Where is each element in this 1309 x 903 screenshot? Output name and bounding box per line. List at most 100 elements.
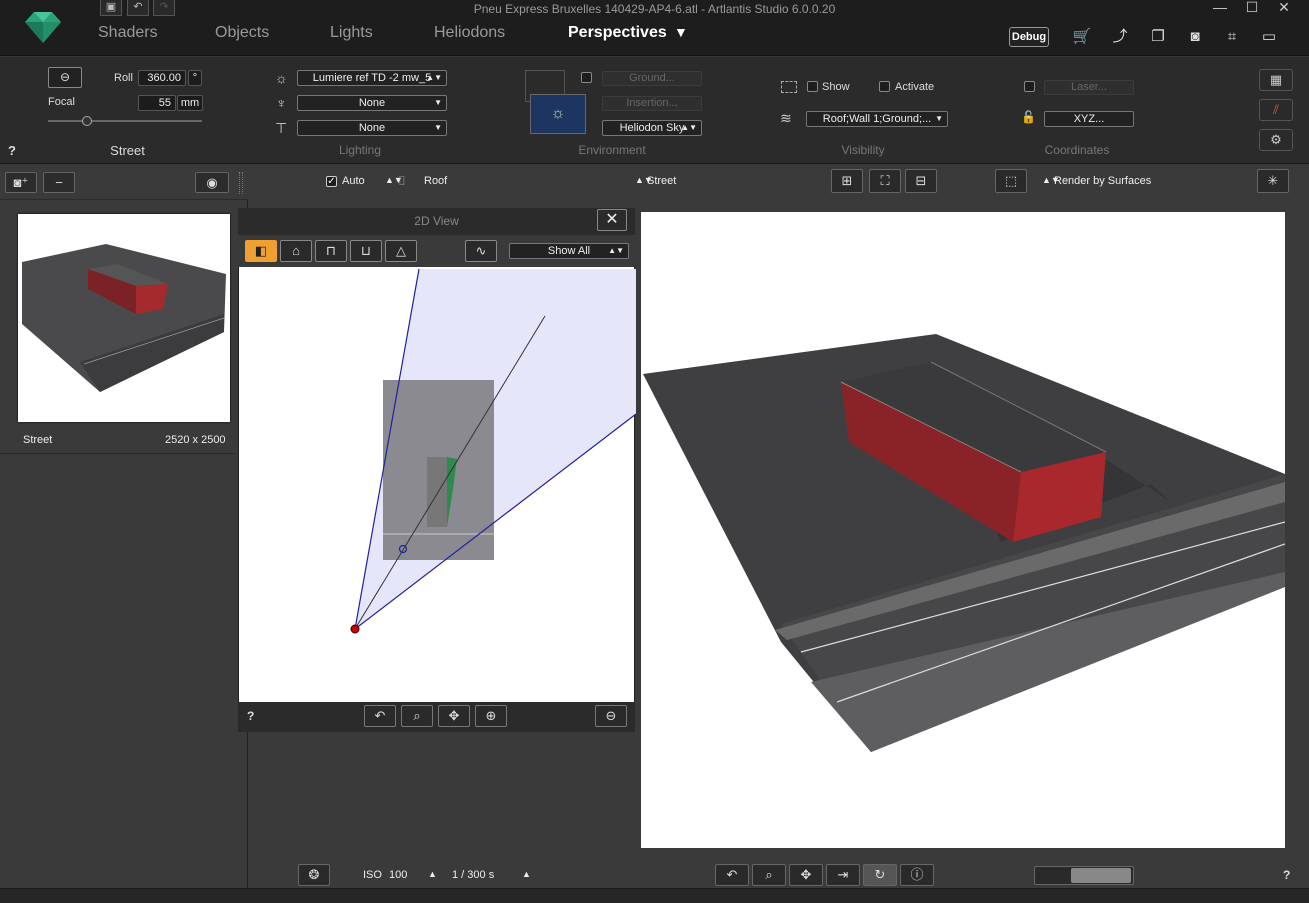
help-icon[interactable]: ? (8, 143, 16, 158)
aperture-icon[interactable]: ❂ (298, 864, 330, 886)
tab-lights[interactable]: Lights (330, 24, 373, 42)
roll-label: Roll (114, 72, 133, 84)
undo-view-icon[interactable]: ↶ (364, 705, 396, 727)
show-all-dropdown[interactable]: Show All ▲▼ (509, 243, 629, 259)
zoom-icon[interactable]: ⌕ (752, 864, 786, 886)
help-icon[interactable]: ? (247, 709, 254, 723)
console-icon[interactable]: ▭ (1255, 26, 1283, 48)
back-view-icon[interactable]: ⊔ (350, 240, 382, 262)
camera-point[interactable] (350, 624, 360, 634)
chevron-down-icon: ▲▼ (426, 73, 442, 82)
scene-render (643, 334, 1285, 752)
perspectives-dropdown-icon[interactable]: ▼ (674, 24, 688, 40)
walk-icon[interactable]: ⇥ (826, 864, 860, 886)
thumbnail-name: Street (23, 434, 53, 446)
color-pencils-icon[interactable]: ⫽ (1259, 99, 1293, 121)
divider (0, 453, 236, 454)
auto-label: Auto (342, 175, 365, 187)
zoom-icon[interactable]: ⌕ (401, 705, 433, 727)
street-label[interactable]: Street (647, 175, 676, 187)
export-icon[interactable]: ⤴ (1106, 26, 1134, 48)
lamp-dropdown[interactable]: None ▼ (297, 95, 447, 111)
pan-icon[interactable]: ✥ (438, 705, 470, 727)
focal-field[interactable]: 55 (138, 95, 176, 111)
layer-plane-icon: ⌷ (398, 173, 406, 188)
roll-unit: ° (188, 70, 202, 86)
fit-height-icon[interactable]: ⊟ (905, 169, 937, 193)
shutter-value[interactable]: 1 / 300 s (452, 869, 494, 881)
laser-button[interactable]: Laser... (1044, 80, 1134, 95)
layers-dropdown[interactable]: Roof;Wall 1;Ground;... ▼ (806, 111, 948, 127)
front-view-icon[interactable]: ⌂ (280, 240, 312, 262)
coordinates-section-title: Coordinates (1044, 143, 1110, 157)
level-icon[interactable]: ⊖ (48, 67, 82, 88)
plan-view-icon[interactable]: ◧ (245, 240, 277, 262)
pan-icon[interactable]: ✥ (789, 864, 823, 886)
zoom-fit-icon[interactable]: ⊕ (475, 705, 507, 727)
view-thumbnail[interactable] (18, 214, 230, 422)
fit-all-icon[interactable]: ⛶ (869, 169, 901, 193)
preview-quality-slider[interactable] (1034, 866, 1134, 885)
panel-grip[interactable] (239, 172, 243, 194)
view-name: Street (110, 143, 145, 158)
view2d-panel[interactable] (238, 208, 636, 733)
preview-quality-handle[interactable] (1071, 868, 1131, 883)
ground-checkbox[interactable] (581, 72, 592, 83)
chevron-down-icon: ▼ (434, 98, 442, 107)
render-region-icon[interactable]: ⬚ (995, 169, 1027, 193)
checker-icon[interactable]: ▦ (1259, 69, 1293, 91)
left-view-icon[interactable]: △ (385, 240, 417, 262)
remove-view-button[interactable]: − (43, 172, 75, 193)
sun-dropdown[interactable]: Lumiere ref TD -2 mw_5 ▲▼ (297, 70, 447, 86)
windows-icon[interactable]: ❐ (1144, 26, 1172, 48)
undo-nav-icon[interactable]: ↶ (715, 864, 749, 886)
auto-checkbox[interactable]: ✓ (326, 176, 337, 187)
show-checkbox[interactable] (807, 81, 818, 92)
camera-icon[interactable]: ◙ (1181, 26, 1209, 48)
tab-shaders[interactable]: Shaders (98, 24, 158, 42)
render-mode-label[interactable]: Render by Surfaces (1054, 175, 1151, 187)
side-view-icon[interactable]: ⊓ (315, 240, 347, 262)
roof-label[interactable]: Roof (424, 175, 447, 187)
tab-heliodons[interactable]: Heliodons (434, 24, 505, 42)
focal-slider-handle[interactable] (81, 116, 92, 126)
ground-button[interactable]: Ground... (602, 71, 702, 86)
path-icon[interactable]: ∿ (465, 240, 497, 262)
iso-up-icon[interactable]: ▲ (428, 869, 437, 879)
paint-dropdown[interactable]: None ▼ (297, 120, 447, 136)
lamp-dropdown-value: None (358, 97, 386, 109)
view2d-bottom-bar (238, 702, 635, 732)
minimize-icon[interactable]: — (1205, 0, 1235, 16)
thumbnail-size: 2520 x 2500 (165, 434, 226, 446)
cart-icon[interactable]: 🛒 (1068, 26, 1096, 48)
add-view-camera-icon[interactable]: ◙⁺ (5, 172, 37, 193)
close-icon[interactable]: ✕ (1269, 0, 1299, 16)
tab-perspectives[interactable]: Perspectives (568, 24, 667, 42)
plan-view[interactable] (239, 209, 636, 733)
orbit-icon[interactable]: ↻ (863, 864, 897, 886)
close-icon[interactable]: ✕ (597, 209, 627, 231)
center-icon[interactable]: ⊖ (595, 705, 627, 727)
activate-checkbox[interactable] (879, 81, 890, 92)
focal-label: Focal (48, 96, 75, 108)
fit-width-icon[interactable]: ⊞ (831, 169, 863, 193)
render-viewport[interactable] (641, 212, 1285, 848)
laser-checkbox[interactable] (1024, 81, 1035, 92)
roll-field[interactable]: 360.00 (138, 70, 186, 86)
debug-button[interactable]: Debug (1009, 27, 1049, 47)
maximize-icon[interactable]: ☐ (1237, 0, 1267, 16)
shutter-up-icon[interactable]: ▲ (522, 869, 531, 879)
help-icon[interactable]: ? (1283, 868, 1290, 882)
gear-icon[interactable]: ⚙ (1259, 129, 1293, 151)
crop-icon[interactable]: ⌗ (1218, 26, 1246, 48)
sparkle-icon[interactable]: ✳ (1257, 169, 1289, 193)
iso-value[interactable]: 100 (389, 869, 407, 881)
info-icon[interactable]: ⓘ (900, 864, 934, 886)
sky-dropdown[interactable]: Heliodon Sky ▲▼ (602, 120, 702, 136)
insertion-button[interactable]: Insertion... (602, 96, 702, 111)
xyz-button[interactable]: XYZ... (1044, 111, 1134, 127)
thumbnail-render (22, 244, 226, 392)
sky-preview-icon[interactable]: ☼ (530, 94, 586, 134)
eye-icon[interactable]: ◉ (195, 172, 229, 193)
tab-objects[interactable]: Objects (215, 24, 269, 42)
